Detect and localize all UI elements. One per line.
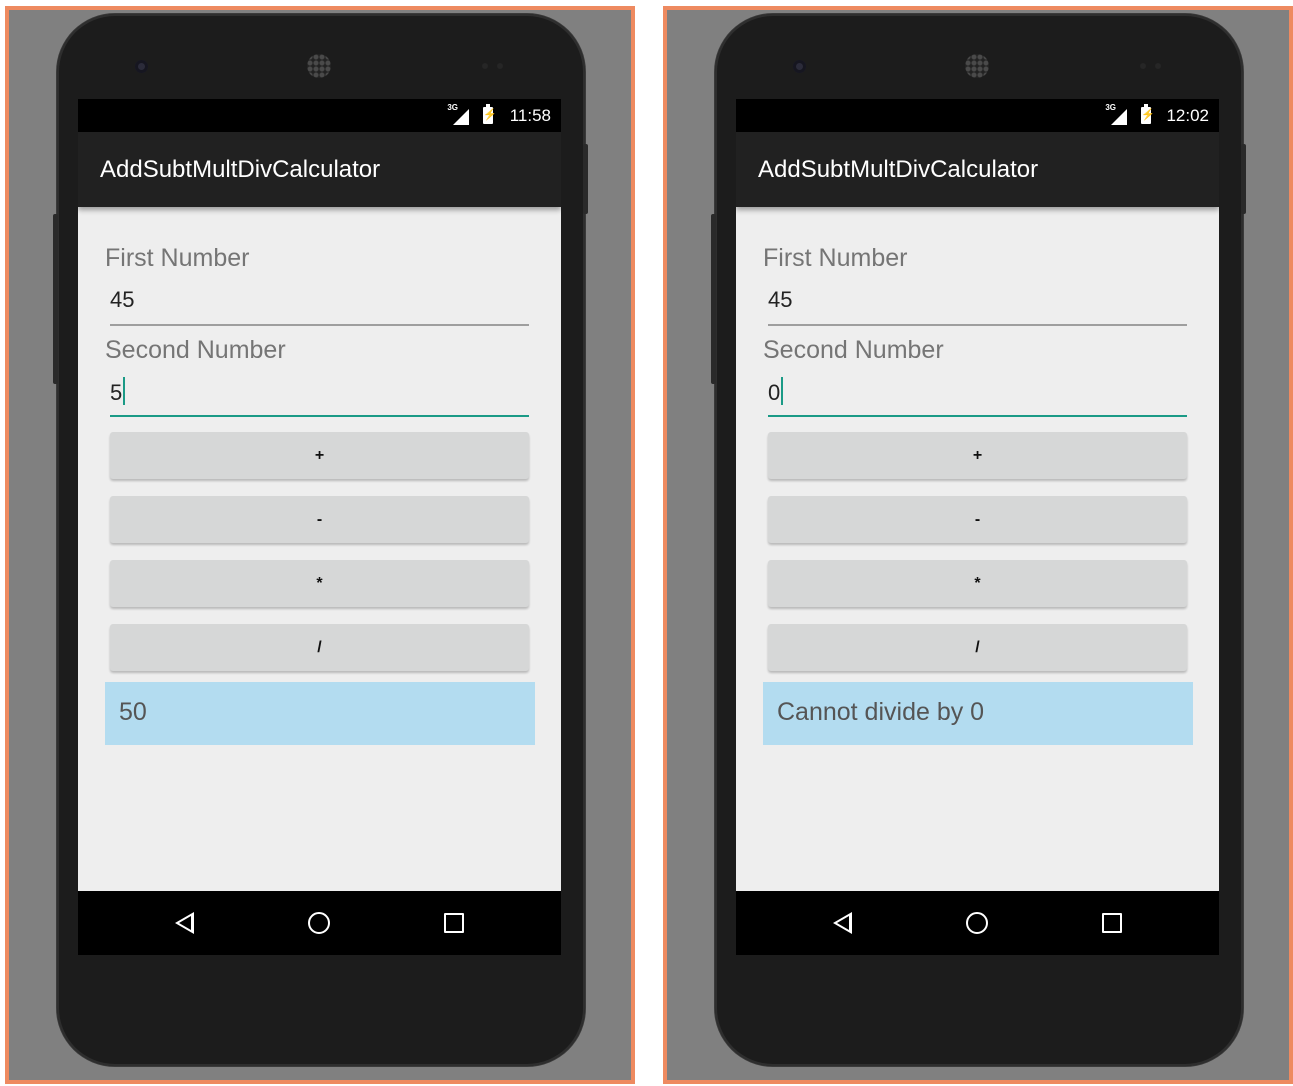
divide-button[interactable]: / [768,624,1187,671]
subtract-button[interactable]: - [110,496,529,543]
first-number-underline [110,324,529,326]
volume-button [711,214,716,384]
battery-charging-icon [483,104,497,124]
volume-button [53,214,58,384]
text-cursor [123,377,126,405]
earpiece-speaker-icon [307,54,331,78]
multiply-button[interactable]: * [768,560,1187,607]
signal-icon [1111,109,1127,125]
divide-button[interactable]: / [110,624,529,671]
second-number-label: Second Number [105,336,286,364]
sensor-icon [482,63,488,69]
signal-icon [453,109,469,125]
result-box: Cannot divide by 0 [763,682,1193,745]
back-icon[interactable] [175,912,194,934]
second-number-label: Second Number [763,336,944,364]
recent-apps-icon[interactable] [444,913,464,933]
subtract-button[interactable]: - [768,496,1187,543]
add-button[interactable]: + [768,432,1187,479]
result-box: 50 [105,682,535,745]
power-button [583,144,588,214]
second-number-input[interactable]: 0 [768,377,784,406]
result-text: 50 [119,698,147,726]
second-number-value: 0 [768,380,781,405]
status-bar: 3G 11:58 [78,99,561,132]
app-bar: AddSubtMultDivCalculator [78,132,561,207]
navigation-bar [736,891,1219,955]
power-button [1241,144,1246,214]
app-title: AddSubtMultDivCalculator [758,156,1039,183]
home-icon[interactable] [308,912,330,934]
sensor-icon [1140,63,1146,69]
battery-charging-icon [1141,104,1155,124]
first-number-input[interactable]: 45 [768,287,792,313]
app-screen: 3G 12:02 AddSubtMultDivCalculator First … [736,99,1219,955]
first-number-label: First Number [105,244,250,272]
emulator-frame-right: 3G 12:02 AddSubtMultDivCalculator First … [663,6,1293,1084]
front-camera-icon [793,60,806,73]
navigation-bar [78,891,561,955]
sensor-icon [1155,63,1161,69]
phone-body: 3G 11:58 AddSubtMultDivCalculator First … [53,14,588,1066]
multiply-button[interactable]: * [110,560,529,607]
second-number-input[interactable]: 5 [110,377,126,406]
text-cursor [781,377,784,405]
earpiece-speaker-icon [965,54,989,78]
result-text: Cannot divide by 0 [777,698,985,726]
status-time: 12:02 [1166,106,1209,125]
second-number-underline [768,415,1187,417]
app-bar: AddSubtMultDivCalculator [736,132,1219,207]
front-camera-icon [135,60,148,73]
home-icon[interactable] [966,912,988,934]
second-number-value: 5 [110,380,123,405]
app-screen: 3G 11:58 AddSubtMultDivCalculator First … [78,99,561,955]
first-number-input[interactable]: 45 [110,287,134,313]
phone-body: 3G 12:02 AddSubtMultDivCalculator First … [711,14,1246,1066]
second-number-underline [110,415,529,417]
app-title: AddSubtMultDivCalculator [100,156,381,183]
recent-apps-icon[interactable] [1102,913,1122,933]
back-icon[interactable] [833,912,852,934]
first-number-underline [768,324,1187,326]
status-bar: 3G 12:02 [736,99,1219,132]
first-number-label: First Number [763,244,908,272]
emulator-frame-left: 3G 11:58 AddSubtMultDivCalculator First … [5,6,635,1084]
sensor-icon [497,63,503,69]
status-time: 11:58 [509,106,551,125]
add-button[interactable]: + [110,432,529,479]
